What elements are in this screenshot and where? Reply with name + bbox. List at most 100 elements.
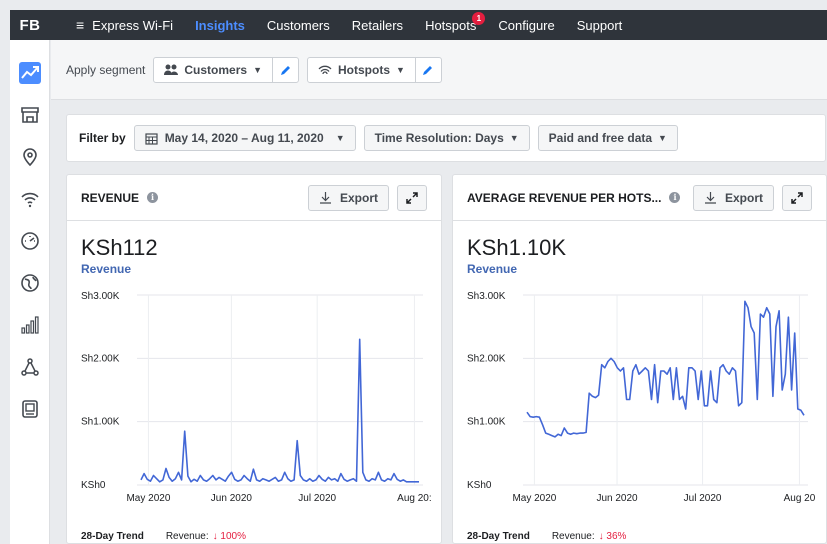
time-resolution-dropdown[interactable]: Time Resolution: Days ▼ xyxy=(363,125,530,151)
wifi-icon xyxy=(318,65,332,74)
y-tick-label: Sh3.00K xyxy=(467,291,506,302)
arph-trend: 28-Day Trend Revenue: ↓ 36% xyxy=(467,531,626,542)
people-icon xyxy=(164,64,179,75)
notification-badge: 1 xyxy=(472,11,486,25)
trend-metric: Revenue: xyxy=(551,531,595,542)
x-tick-label: May 2020 xyxy=(126,493,170,504)
sidebar-item-performance[interactable] xyxy=(10,220,50,262)
y-tick-label: Sh2.00K xyxy=(467,353,506,364)
nav-support[interactable]: Support xyxy=(577,18,623,33)
revenue-trend: 28-Day Trend Revenue: ↓ 100% xyxy=(81,531,246,542)
x-tick-label: Aug 20: xyxy=(397,493,431,504)
data-type-dropdown[interactable]: Paid and free data ▼ xyxy=(537,125,678,151)
revenue-card: REVENUE i Export KSh112 Revenue KSh0 Sh1.… xyxy=(66,174,442,544)
calendar-icon xyxy=(145,132,158,145)
sidebar-item-devices[interactable] xyxy=(10,388,50,430)
caret-down-icon: ▼ xyxy=(658,133,667,143)
revenue-line-chart: KSh0 Sh1.00K Sh2.00K Sh3.00K May 2020 Jun 202… xyxy=(81,291,432,504)
hotspots-segment-dropdown[interactable]: Hotspots ▼ xyxy=(308,58,415,82)
download-icon xyxy=(319,192,331,204)
sidebar-item-retailers[interactable] xyxy=(10,94,50,136)
y-tick-label: Sh3.00K xyxy=(81,291,120,302)
data-type-label: Paid and free data xyxy=(548,131,653,145)
nav-hotspots[interactable]: Hotspots 1 xyxy=(425,11,486,33)
arph-expand-button[interactable] xyxy=(782,184,812,211)
revenue-export-button[interactable]: Export xyxy=(307,184,389,211)
nav-retailers[interactable]: Retailers xyxy=(352,18,403,33)
edit-customers-segment-button[interactable] xyxy=(272,57,298,82)
y-tick-label: Sh2.00K xyxy=(81,353,120,364)
x-tick-label: Jul 2020 xyxy=(298,493,336,504)
store-icon xyxy=(21,107,39,123)
sidebar xyxy=(10,40,50,544)
edit-hotspots-segment-button[interactable] xyxy=(414,57,441,82)
caret-down-icon: ▼ xyxy=(509,133,519,143)
arph-card: AVERAGE REVENUE PER HOTS... i Export KSh… xyxy=(452,174,827,544)
apply-segment-label: Apply segment xyxy=(66,62,146,77)
revenue-expand-button[interactable] xyxy=(397,184,427,211)
globe-icon xyxy=(21,274,39,292)
trend-metric: Revenue: xyxy=(165,531,209,542)
top-nav: ≡ Express Wi-Fi Insights Customers Retail… xyxy=(76,10,644,40)
y-tick-label: Sh1.00K xyxy=(467,417,506,428)
x-tick-label: Jul 2020 xyxy=(684,493,722,504)
sidebar-item-locations[interactable] xyxy=(10,136,50,178)
export-label: Export xyxy=(724,190,763,205)
sidebar-item-network[interactable] xyxy=(10,346,50,388)
time-resolution-label: Time Resolution: Days xyxy=(374,131,504,145)
sidebar-item-reports[interactable] xyxy=(10,304,50,346)
trend-value: ↓ 100% xyxy=(212,531,246,542)
fb-logo[interactable]: FB xyxy=(10,17,50,34)
x-tick-label: May 2020 xyxy=(512,493,556,504)
hotspots-segment-label: Hotspots xyxy=(338,62,390,77)
revenue-card-header: REVENUE i Export xyxy=(67,175,441,221)
trend-icon xyxy=(19,62,41,84)
export-label: Export xyxy=(339,190,378,205)
caret-down-icon: ▼ xyxy=(335,133,345,143)
sidebar-item-regions[interactable] xyxy=(10,262,50,304)
caret-down-icon: ▼ xyxy=(253,64,262,75)
customers-segment-dropdown[interactable]: Customers ▼ xyxy=(154,58,272,82)
trend-value: ↓ 36% xyxy=(598,531,627,542)
x-tick-label: Jun 2020 xyxy=(596,493,638,504)
hamburger-icon[interactable]: ≡ xyxy=(76,17,84,33)
series-line xyxy=(140,338,419,483)
wifi-icon xyxy=(21,192,39,208)
sidebar-item-insights[interactable] xyxy=(10,52,50,94)
customers-segment-label: Customers xyxy=(184,62,248,77)
info-icon[interactable]: i xyxy=(147,192,159,203)
revenue-total: KSh112 xyxy=(81,235,158,260)
customers-segment: Customers ▼ xyxy=(153,56,299,83)
nav-customers[interactable]: Customers xyxy=(267,18,330,33)
top-bar: FB ≡ Express Wi-Fi Insights Customers Ret… xyxy=(10,10,827,40)
info-icon[interactable]: i xyxy=(669,192,681,203)
date-range-label: May 14, 2020 – Aug 11, 2020 xyxy=(164,131,324,145)
date-range-picker[interactable]: May 14, 2020 – Aug 11, 2020 ▼ xyxy=(133,125,356,151)
nav-hotspots-label: Hotspots xyxy=(425,17,477,33)
filter-by-label: Filter by xyxy=(79,131,126,145)
trend-label: 28-Day Trend xyxy=(81,531,144,542)
revenue-card-title: REVENUE xyxy=(81,190,140,205)
network-icon xyxy=(21,358,39,376)
revenue-metric-label: Revenue xyxy=(81,262,132,276)
expand-icon xyxy=(406,191,418,204)
arph-total: KSh1.10K xyxy=(467,235,567,260)
y-tick-label: Sh1.00K xyxy=(81,417,120,428)
location-icon xyxy=(23,148,37,167)
arph-card-title: AVERAGE REVENUE PER HOTS... xyxy=(467,190,662,205)
dashboard-icon xyxy=(21,232,39,250)
nav-insights[interactable]: Insights xyxy=(195,18,245,33)
download-icon xyxy=(704,192,716,204)
y-tick-label: KSh0 xyxy=(467,480,492,491)
x-tick-label: Jun 2020 xyxy=(211,493,253,504)
brand-menu[interactable]: ≡ Express Wi-Fi xyxy=(76,17,173,33)
arph-metric-label: Revenue xyxy=(467,262,518,276)
trend-label: 28-Day Trend xyxy=(467,531,530,542)
series-line xyxy=(526,300,805,438)
sidebar-item-hotspots[interactable] xyxy=(10,178,50,220)
filter-bar: Filter by May 14, 2020 – Aug 11, 2020 ▼ … xyxy=(66,114,826,162)
nav-configure[interactable]: Configure xyxy=(498,18,554,33)
arph-export-button[interactable]: Export xyxy=(692,184,774,211)
brand-label: Express Wi-Fi xyxy=(92,18,174,33)
hotspots-segment: Hotspots ▼ xyxy=(307,56,442,83)
